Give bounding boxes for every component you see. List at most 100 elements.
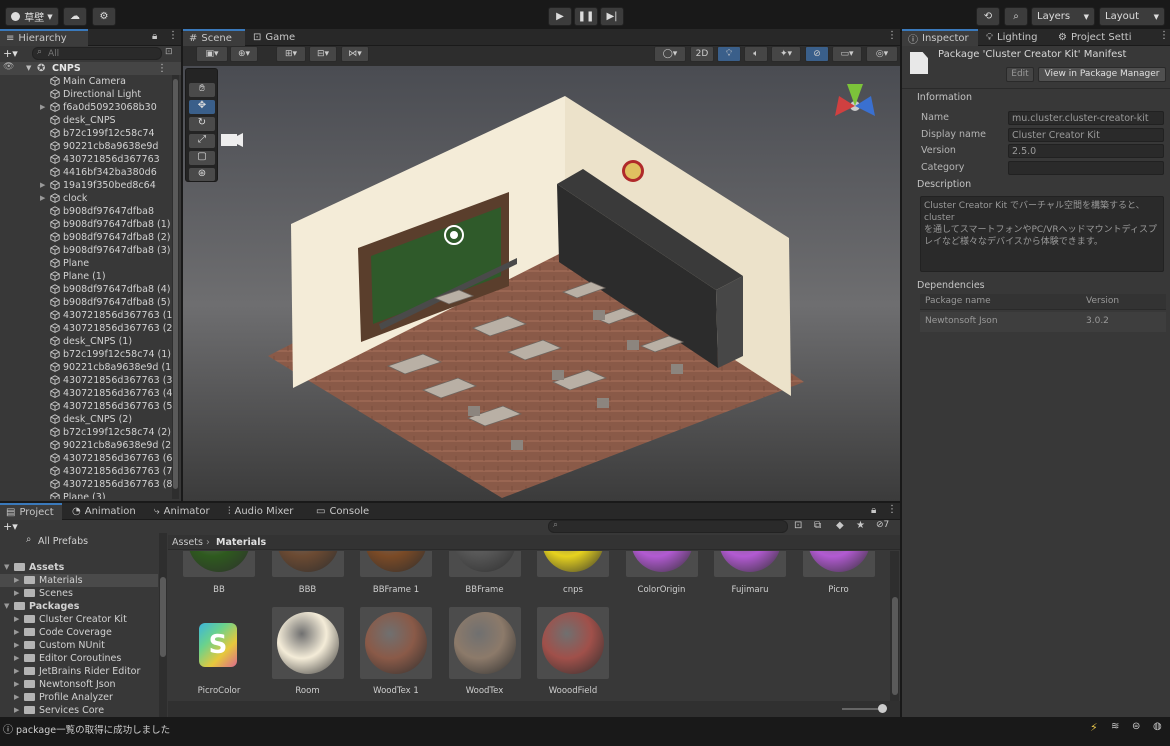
project-search-field[interactable]: ⌕ xyxy=(548,520,788,533)
expand-arrow-icon[interactable]: ▶ xyxy=(14,691,19,704)
filter-icon[interactable]: ⧉ xyxy=(814,520,821,531)
hierarchy-item[interactable]: 4416bf342ba380d6 xyxy=(0,166,175,179)
scene-visibility-icon[interactable]: ⊡ xyxy=(165,47,173,57)
project-tree-item[interactable]: ▶ Editor Coroutines xyxy=(0,652,158,665)
play-button[interactable]: ▶ xyxy=(548,7,572,26)
gizmos-dropdown[interactable]: ◎▾ xyxy=(866,46,898,62)
expand-arrow-icon[interactable]: ▶ xyxy=(14,652,19,665)
hierarchy-item[interactable]: b908df97647dfba8 (1) xyxy=(0,218,175,231)
lighting-toggle[interactable]: 💡︎ xyxy=(717,46,741,62)
kebab-menu-icon[interactable]: ⋮ xyxy=(1159,30,1169,41)
hand-tool[interactable]: ✋︎ xyxy=(189,83,215,97)
effects-dropdown[interactable]: ✦▾ xyxy=(771,46,801,62)
search-by-type-icon[interactable]: ⊡ xyxy=(794,520,802,531)
tab-game[interactable]: ⊡ Game xyxy=(247,29,299,46)
expand-arrow-icon[interactable]: ▶ xyxy=(14,639,19,652)
kebab-menu-icon[interactable]: ⋮ xyxy=(887,30,897,41)
expand-arrow-icon[interactable]: ▶ xyxy=(14,704,19,717)
snap-increment-dropdown[interactable]: ⊟▾ xyxy=(309,46,337,62)
hierarchy-search-input[interactable] xyxy=(48,48,158,59)
asset-tile[interactable]: Picro xyxy=(800,551,878,641)
field-value[interactable]: Cluster Creator Kit xyxy=(1008,127,1164,142)
hierarchy-item[interactable]: b908df97647dfba8 (5) xyxy=(0,296,175,309)
status-message[interactable]: package一覧の取得に成功しました xyxy=(16,722,170,736)
asset-grid-scroll-thumb[interactable] xyxy=(892,597,898,695)
step-button[interactable]: ▶| xyxy=(600,7,624,26)
expand-arrow-icon[interactable]: ▶ xyxy=(14,665,19,678)
kebab-menu-icon[interactable]: ⋮ xyxy=(157,62,167,75)
history-button[interactable]: ⟲ xyxy=(976,7,1000,26)
asset-tile[interactable]: S PicroColor xyxy=(180,607,258,697)
hierarchy-item[interactable]: 430721856d367763 (1 xyxy=(0,309,175,322)
project-tree-scrollbar[interactable] xyxy=(159,533,167,717)
project-tree-item[interactable]: ▼ Assets xyxy=(0,561,158,574)
field-value[interactable]: mu.cluster.cluster-creator-kit xyxy=(1008,111,1164,125)
layers-dropdown[interactable]: Layers ▼ xyxy=(1031,7,1095,26)
hierarchy-item[interactable]: 430721856d367763 (3 xyxy=(0,374,175,387)
breadcrumb-leaf[interactable]: Materials xyxy=(216,537,266,548)
expand-arrow-icon[interactable]: ▼ xyxy=(4,600,9,613)
grid-snap-dropdown[interactable]: ⊞▾ xyxy=(276,46,306,62)
hierarchy-item[interactable]: b908df97647dfba8 xyxy=(0,205,175,218)
asset-tile[interactable]: WooodField xyxy=(534,607,612,697)
hidden-packages-toggle[interactable]: ⊘7 xyxy=(876,520,889,530)
collab-button[interactable]: ⚙ xyxy=(92,7,116,26)
asset-grid-scrollbar[interactable] xyxy=(890,551,899,701)
rect-tool[interactable]: ▢ xyxy=(189,151,215,165)
hierarchy-item[interactable]: ▶ clock xyxy=(0,192,175,205)
hierarchy-item[interactable]: Plane (3) xyxy=(0,491,175,499)
project-tree-item[interactable]: ⌕ All Prefabs xyxy=(0,534,158,548)
hierarchy-scrollbar[interactable] xyxy=(172,75,179,499)
tab-project-settings[interactable]: ⚙ Project Setti xyxy=(1052,29,1156,46)
edit-button[interactable]: Edit xyxy=(1006,67,1034,82)
hierarchy-item[interactable]: 90221cb8a9638e9d xyxy=(0,140,175,153)
global-toggle[interactable]: ⊕▾ xyxy=(230,46,258,62)
hierarchy-item[interactable]: 430721856d367763 (2 xyxy=(0,322,175,335)
tab-lighting[interactable]: 💡︎ Lighting xyxy=(980,29,1052,46)
expand-arrow-icon[interactable]: ▶ xyxy=(40,179,45,192)
lightning-icon[interactable]: ⚡ xyxy=(1090,721,1098,734)
hierarchy-item[interactable]: Main Camera xyxy=(0,75,175,88)
hierarchy-item[interactable]: 430721856d367763 (5 xyxy=(0,400,175,413)
camera-dropdown[interactable]: ▭▾ xyxy=(832,46,862,62)
hierarchy-item[interactable]: b72c199f12c58c74 (2) xyxy=(0,426,175,439)
lock-icon[interactable]: 🔒︎ xyxy=(871,505,876,516)
hierarchy-item[interactable]: Plane (1) xyxy=(0,270,175,283)
cache-icon[interactable]: ⊜ xyxy=(1132,721,1140,732)
description-text[interactable]: Cluster Creator Kit でバーチャル空間を構築すると、clust… xyxy=(920,196,1164,272)
project-tree-item[interactable]: ▶ Profile Analyzer xyxy=(0,691,158,704)
stack-icon[interactable]: ≋ xyxy=(1111,721,1119,732)
expand-arrow-icon[interactable]: ▼ xyxy=(4,561,9,574)
move-tool[interactable]: ✥ xyxy=(189,100,215,114)
hierarchy-item[interactable]: b72c199f12c58c74 (1) xyxy=(0,348,175,361)
tab-scene[interactable]: # Scene xyxy=(183,29,245,46)
project-tree-item[interactable]: ▶ Materials xyxy=(0,574,158,587)
hierarchy-root-row[interactable]: 👁︎ ▼ ✪ CNPS ⋮ xyxy=(0,62,181,75)
expand-arrow-icon[interactable]: ▶ xyxy=(14,587,19,600)
hierarchy-item[interactable]: 430721856d367763 (7 xyxy=(0,465,175,478)
hierarchy-scroll-thumb[interactable] xyxy=(173,79,178,489)
project-tree-item[interactable]: ▶ Services Core xyxy=(0,704,158,717)
expand-arrow-icon[interactable]: ▶ xyxy=(40,192,45,205)
field-value[interactable]: 2.5.0 xyxy=(1008,144,1164,158)
layout-dropdown[interactable]: Layout ▼ xyxy=(1099,7,1165,26)
asset-tile[interactable]: WoodTex 1 xyxy=(357,607,435,697)
hierarchy-item[interactable]: desk_CNPS (1) xyxy=(0,335,175,348)
hidden-objects-toggle[interactable]: ⊘ xyxy=(805,46,829,62)
expand-arrow-icon[interactable]: ▼ xyxy=(26,62,31,75)
hierarchy-item[interactable]: desk_CNPS (2) xyxy=(0,413,175,426)
project-tree-item[interactable]: ▶ Scenes xyxy=(0,587,158,600)
grid-plane-dropdown[interactable]: ⋈▾ xyxy=(341,46,369,62)
lock-icon[interactable]: 🔒︎ xyxy=(152,31,157,42)
hierarchy-item[interactable]: ▶ f6a0d50923068b30 xyxy=(0,101,175,114)
kebab-menu-icon[interactable]: ⋮ xyxy=(168,30,178,41)
render-mode-dropdown[interactable]: ◯▾ xyxy=(654,46,686,62)
breadcrumb-root[interactable]: Assets xyxy=(172,537,203,548)
field-value[interactable] xyxy=(1008,160,1164,175)
thumbnail-size-handle[interactable] xyxy=(878,704,887,713)
project-tree-item[interactable]: ▼ Packages xyxy=(0,600,158,613)
hierarchy-item[interactable]: b908df97647dfba8 (4) xyxy=(0,283,175,296)
tab-console[interactable]: ▭ Console xyxy=(310,503,376,520)
project-tree-item[interactable]: ▶ JetBrains Rider Editor xyxy=(0,665,158,678)
hierarchy-item[interactable]: ▶ 19a19f350bed8c64 xyxy=(0,179,175,192)
